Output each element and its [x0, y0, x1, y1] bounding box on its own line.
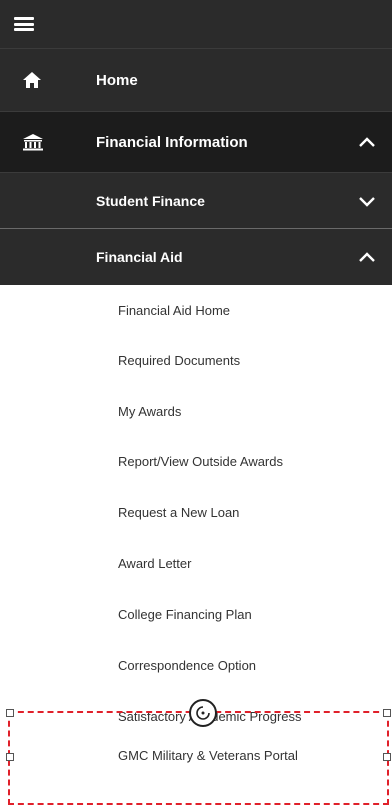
nav-item-home[interactable]: Home — [0, 48, 392, 111]
side-navigation: Home Financial Information Student Finan… — [0, 0, 392, 285]
submenu-college-financing-plan[interactable]: College Financing Plan — [118, 607, 252, 623]
resize-handle[interactable] — [383, 753, 391, 761]
resize-handle[interactable] — [383, 709, 391, 717]
submenu-request-loan[interactable]: Request a New Loan — [118, 505, 239, 521]
nav-item-student-finance-label: Student Finance — [96, 192, 205, 209]
submenu-required-documents[interactable]: Required Documents — [118, 353, 240, 369]
nav-item-home-label: Home — [96, 71, 138, 89]
cursor-icon — [189, 699, 217, 727]
submenu-my-awards[interactable]: My Awards — [118, 404, 181, 420]
submenu-correspondence-option[interactable]: Correspondence Option — [118, 658, 256, 674]
chevron-down-icon[interactable] — [358, 195, 376, 207]
resize-handle[interactable] — [6, 753, 14, 761]
submenu-report-outside-awards[interactable]: Report/View Outside Awards — [118, 454, 283, 470]
nav-item-financial-information-label: Financial Information — [96, 133, 248, 151]
nav-item-student-finance[interactable]: Student Finance — [0, 172, 392, 228]
bank-icon — [23, 134, 43, 151]
nav-item-financial-information[interactable]: Financial Information — [0, 111, 392, 172]
chevron-up-icon[interactable] — [358, 251, 376, 263]
nav-item-financial-aid[interactable]: Financial Aid — [0, 228, 392, 285]
nav-item-financial-aid-label: Financial Aid — [96, 249, 183, 265]
resize-handle[interactable] — [6, 709, 14, 717]
hamburger-icon[interactable] — [14, 17, 34, 31]
submenu-award-letter[interactable]: Award Letter — [118, 556, 191, 572]
nav-topbar — [0, 0, 392, 48]
submenu-financial-aid-home[interactable]: Financial Aid Home — [118, 303, 230, 319]
chevron-up-icon[interactable] — [358, 136, 376, 148]
home-icon — [23, 72, 41, 88]
